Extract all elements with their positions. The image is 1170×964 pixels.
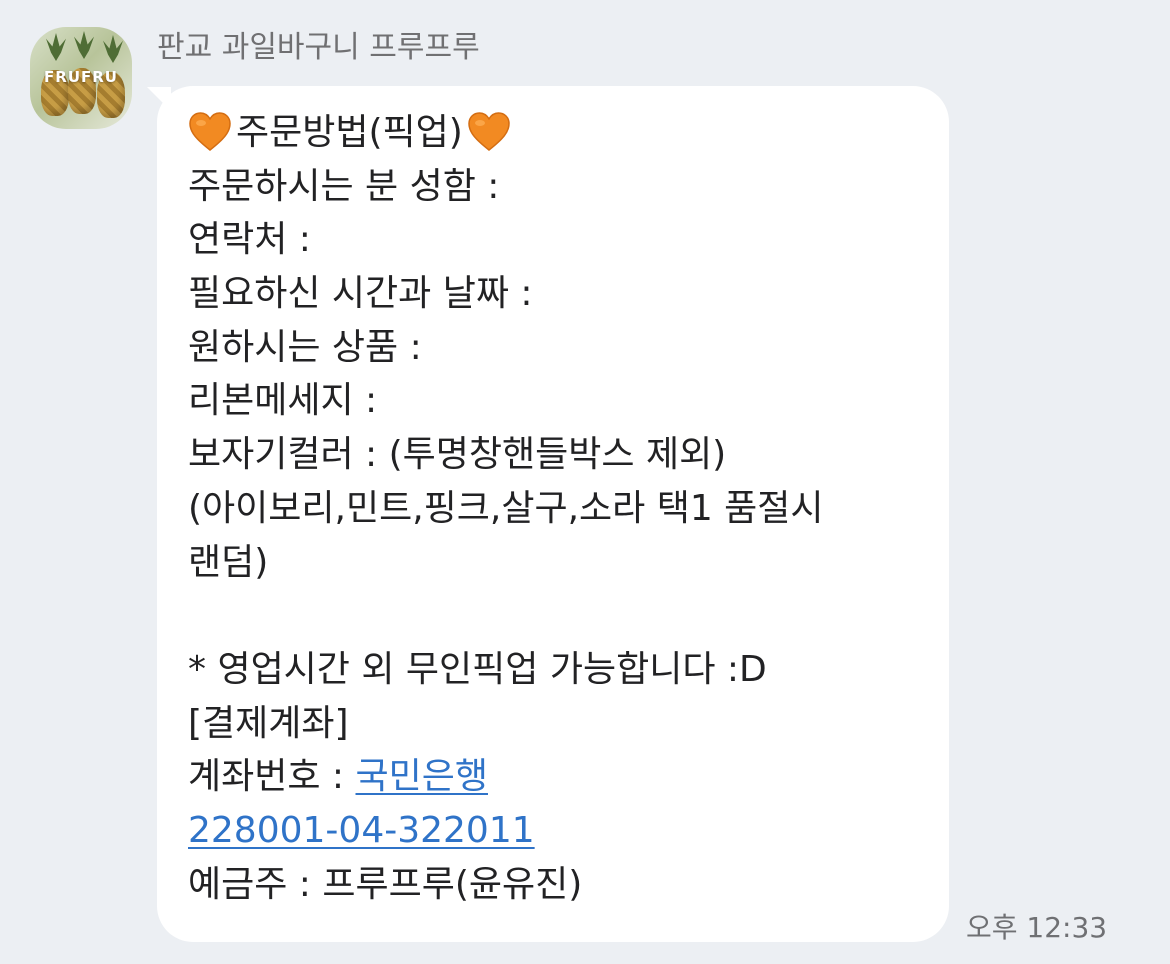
orange-heart-icon: [468, 112, 510, 151]
message-title: 주문방법(픽업): [236, 112, 463, 153]
wrapping-color-line: 보자기컬러 : (투명창핸들박스 제외): [188, 434, 727, 476]
sender-name: 판교 과일바구니 프루프루: [157, 30, 480, 65]
contact-line: 연락처 :: [188, 219, 311, 261]
pineapple-leaf-icon: [103, 35, 123, 63]
ribbon-message-line: 리본메세지 :: [188, 380, 378, 422]
pineapple-leaf-icon: [74, 31, 94, 59]
account-number-line: 228001-04-322011: [188, 804, 923, 858]
color-options-line: (아이보리,민트,핑크,살구,소라 택1 품절시: [188, 487, 824, 529]
account-header: [결제계좌]: [188, 702, 349, 744]
account-label: 계좌번호 :: [188, 756, 356, 798]
account-line: 계좌번호 : 국민은행: [188, 750, 923, 804]
message-title-line: 주문방법(픽업): [188, 106, 923, 160]
message-bubble[interactable]: 주문방법(픽업) 주문하시는 분 성함 : 연락처 : 필요하신 시간과 날짜 …: [157, 86, 949, 942]
pickup-notice: * 영업시간 외 무인픽업 가능합니다 :D: [188, 648, 767, 690]
profile-avatar[interactable]: FRUFRU: [30, 27, 132, 129]
avatar-logo-text: FRUFRU: [44, 68, 118, 86]
message-timestamp: 오후 12:33: [966, 911, 1108, 944]
bank-name-link[interactable]: 국민은행: [356, 756, 488, 797]
order-name-line: 주문하시는 분 성함 :: [188, 165, 500, 207]
account-holder-line: 예금주 : 프루프루(윤유진): [188, 863, 583, 905]
pineapple-leaf-icon: [46, 33, 66, 61]
product-line: 원하시는 상품 :: [188, 326, 422, 368]
orange-heart-icon: [189, 112, 231, 151]
account-number-link[interactable]: 228001-04-322011: [188, 810, 535, 851]
color-options-continuation: 랜덤): [188, 541, 269, 583]
time-date-line: 필요하신 시간과 날짜 :: [188, 273, 533, 315]
